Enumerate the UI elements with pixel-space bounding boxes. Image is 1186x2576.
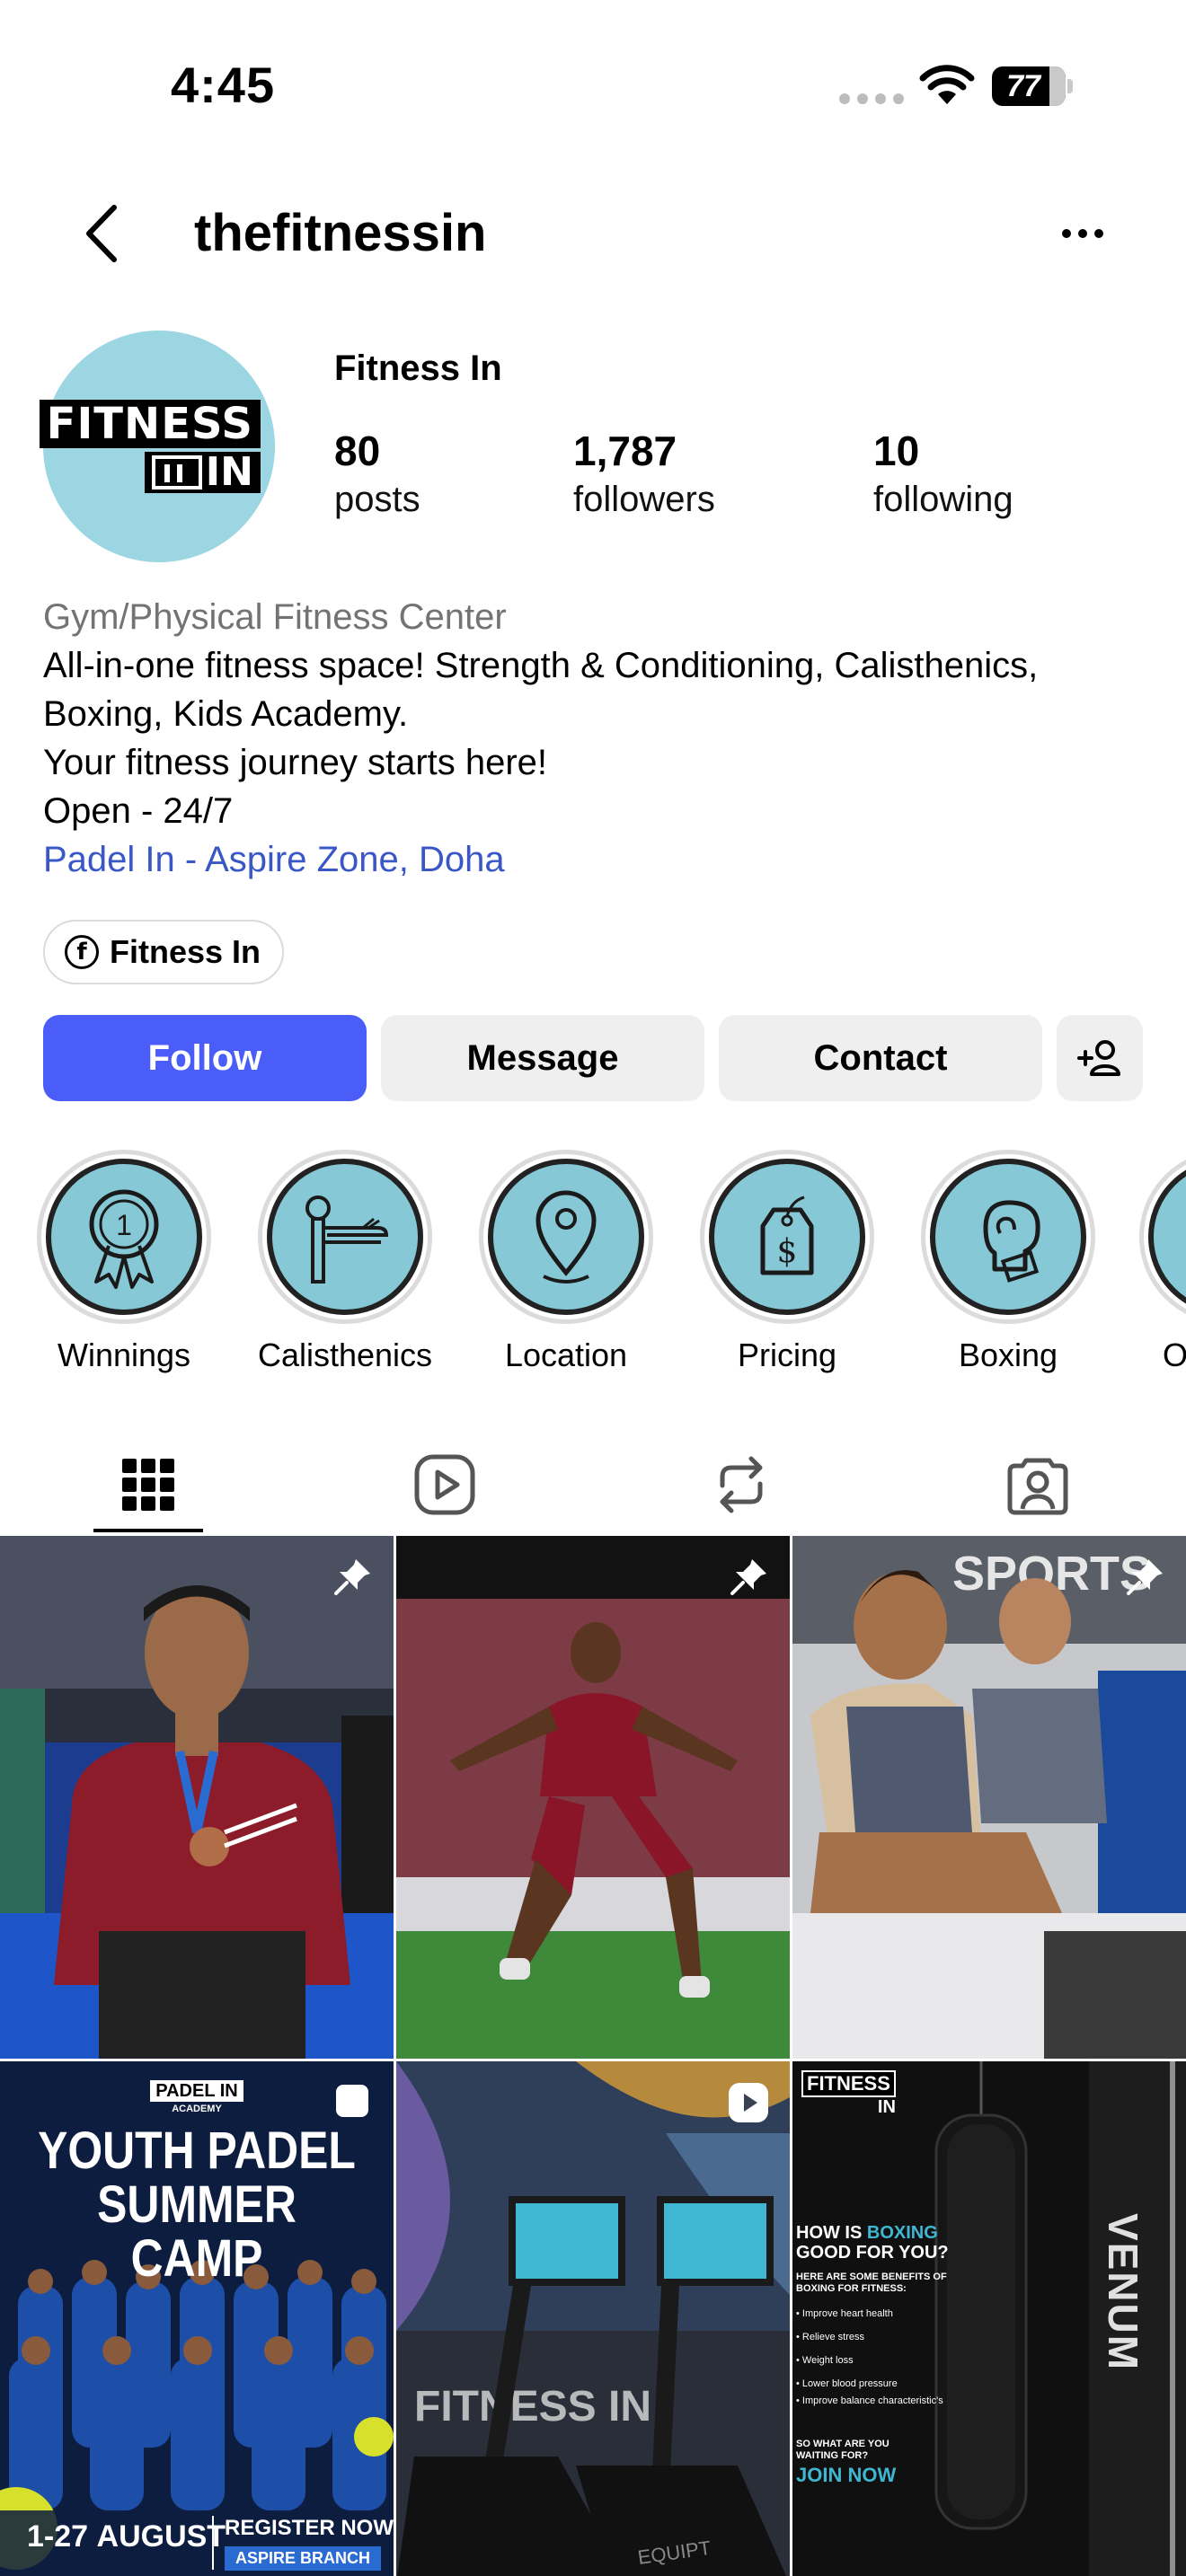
post-thumbnail[interactable]: FITNESS IN EQUIPT [396,2061,790,2576]
grid-icon [122,1459,174,1511]
wifi-icon [919,65,975,104]
highlight-more[interactable]: O [1139,1150,1186,1376]
join-now-text: JOIN NOW [796,2464,897,2486]
facebook-icon: f [65,935,99,969]
pin-icon [1127,1559,1163,1595]
profile-display-name: Fitness In [334,348,502,388]
active-tab-indicator [93,1529,203,1532]
svg-text:FITNESS IN: FITNESS IN [414,2383,651,2430]
back-button[interactable] [70,198,133,269]
padel-in-logo: PADEL IN [150,2080,243,2102]
post-image-seated-athletes: SPORTS [792,1536,1186,2059]
post-thumbnail[interactable]: FITNESS IN VENUM HOW IS BOXING GOOD FOR … [792,2061,1186,2576]
boxing-heading: HOW IS BOXING GOOD FOR YOU? [796,2223,949,2263]
post-image-medal-athlete [0,1536,394,2059]
suggested-users-button[interactable] [1057,1015,1143,1101]
bio-line: Your fitness journey starts here! [43,743,548,782]
chevron-left-icon [86,205,117,262]
post-image-treadmills: FITNESS IN EQUIPT [396,2061,790,2576]
profile-username: thefitnessin [194,204,487,262]
medal-icon: 1 [89,1189,159,1289]
posts-count[interactable]: 80 posts [334,426,420,523]
profile-bio: Gym/Physical Fitness Center All-in-one f… [43,593,1157,884]
status-bar: 4:45 77 [0,0,1186,171]
benefits-list: • Improve heart health • Relieve stress … [796,2308,943,2406]
add-user-icon [1077,1040,1120,1076]
highlight-calisthenics[interactable]: Calisthenics [255,1150,435,1376]
cellular-signal-icon [839,93,904,104]
pin-icon [334,1559,370,1595]
highlight-pricing[interactable]: $ Pricing [697,1150,877,1376]
venum-text: VENUM [1100,2212,1147,2372]
pin-icon [730,1559,766,1595]
highlight-icon [1148,1159,1186,1315]
fitness-in-logo: FITNESS IN [801,2070,896,2118]
reel-play-icon [729,2083,768,2122]
facebook-chip-label: Fitness In [110,933,261,970]
highlight-location[interactable]: Location [476,1150,656,1376]
tab-reposts[interactable] [593,1435,890,1534]
location-pin-icon [535,1190,597,1284]
reels-icon [414,1454,475,1515]
post-title: YOUTH PADEL SUMMER CAMP [38,2122,356,2288]
facebook-link-chip[interactable]: f Fitness In [43,920,285,984]
price-tag-icon: $ [760,1195,814,1275]
message-button[interactable]: Message [381,1015,704,1101]
fitness-in-logo: FITNESS IN [39,400,261,493]
following-count[interactable]: 10 following [873,426,1013,523]
svg-text:1: 1 [116,1209,132,1241]
followers-count[interactable]: 1,787 followers [573,426,715,523]
highlight-boxing[interactable]: Boxing [918,1150,1098,1376]
boxing-glove-icon [983,1200,1040,1283]
post-thumbnail[interactable] [396,1536,790,2059]
follow-button[interactable]: Follow [43,1015,367,1101]
register-now-text: REGISTER NOW [225,2516,394,2540]
tab-reels[interactable] [296,1435,593,1534]
status-time: 4:45 [171,57,276,113]
post-thumbnail[interactable]: PADEL IN ACADEMY YOUTH PADEL SUMMER CAMP… [0,2061,394,2576]
profile-category: Gym/Physical Fitness Center [43,597,507,637]
post-image-football-celebration [396,1536,790,2059]
location-link[interactable]: Padel In - Aspire Zone, Doha [43,835,1157,884]
post-thumbnail[interactable] [0,1536,394,2059]
carousel-icon [336,2085,368,2117]
tagged-user-icon [1007,1458,1068,1515]
tab-tagged[interactable] [890,1435,1186,1534]
tab-posts-grid[interactable] [0,1435,296,1534]
repost-icon [720,1456,763,1513]
highlight-winnings[interactable]: 1 Winnings [34,1150,214,1376]
post-thumbnail[interactable]: SPORTS [792,1536,1186,2059]
bio-line: Boxing, Kids Academy. [43,694,409,734]
bio-line: Open - 24/7 [43,791,234,831]
avatar[interactable]: FITNESS IN [39,331,275,562]
battery-icon: 77 [992,66,1075,106]
battery-level: 77 [1006,69,1040,103]
contact-button[interactable]: Contact [719,1015,1042,1101]
svg-text:$: $ [777,1233,798,1270]
more-options-button[interactable] [1051,207,1114,260]
branch-label: ASPIRE BRANCH [225,2546,382,2571]
camp-dates: 1-27 AUGUST [27,2519,226,2554]
parallel-bars-icon [305,1195,389,1284]
bio-line: All-in-one fitness space! Strength & Con… [43,646,1039,685]
